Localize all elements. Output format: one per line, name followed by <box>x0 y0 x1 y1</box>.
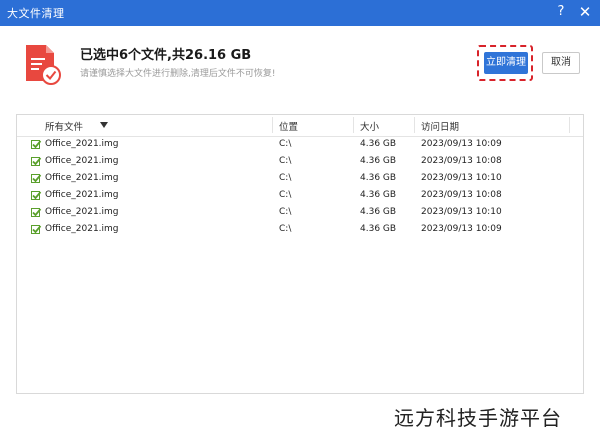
check-icon <box>32 157 42 166</box>
row-checkbox[interactable] <box>31 174 42 183</box>
help-icon[interactable]: ? <box>552 3 570 21</box>
size-cell: 4.36 GB <box>360 173 397 183</box>
cancel-button[interactable]: 取消 <box>542 52 580 74</box>
column-header-access-date[interactable]: 访问日期 <box>421 119 459 133</box>
row-checkbox[interactable] <box>31 191 42 200</box>
size-cell: 4.36 GB <box>360 156 397 166</box>
access-date-cell: 2023/09/13 10:09 <box>421 224 502 234</box>
column-header-all-files[interactable]: 所有文件 <box>45 119 83 133</box>
table-row[interactable]: Office_2021.img C:\ 4.36 GB 2023/09/13 10:0… <box>17 136 583 153</box>
large-file-cleanup-window: 大文件清理 ? ✕ 已选中6个文件,共26.16 GB 请谨慎选择大文件进行删除… <box>0 0 600 438</box>
title-bar: 大文件清理 ? ✕ <box>0 0 600 26</box>
location-cell: C:\ <box>279 190 292 200</box>
location-cell: C:\ <box>279 173 292 183</box>
check-icon <box>32 174 42 183</box>
file-name-cell: Office_2021.img <box>45 224 119 234</box>
file-table: 所有文件 位置 大小 访问日期 Office_2021.img C:\ 4.36 G… <box>16 114 584 394</box>
table-row[interactable]: Office_2021.img C:\ 4.36 GB 2023/09/13 10:0… <box>17 153 583 170</box>
access-date-cell: 2023/09/13 10:10 <box>421 173 502 183</box>
column-divider <box>272 117 273 133</box>
column-header-size[interactable]: 大小 <box>360 119 379 133</box>
size-cell: 4.36 GB <box>360 224 397 234</box>
table-row[interactable]: Office_2021.img C:\ 4.36 GB 2023/09/13 10:0… <box>17 221 583 238</box>
file-name-cell: Office_2021.img <box>45 173 119 183</box>
check-icon <box>32 225 42 234</box>
size-cell: 4.36 GB <box>360 190 397 200</box>
access-date-cell: 2023/09/13 10:09 <box>421 139 502 149</box>
sort-down-icon[interactable] <box>100 122 108 128</box>
file-name-cell: Office_2021.img <box>45 156 119 166</box>
file-name-cell: Office_2021.img <box>45 207 119 217</box>
column-divider <box>569 117 570 133</box>
column-header-location[interactable]: 位置 <box>279 119 298 133</box>
table-header: 所有文件 位置 大小 访问日期 <box>17 115 583 137</box>
clean-now-button[interactable]: 立即清理 <box>484 52 528 74</box>
table-row[interactable]: Office_2021.img C:\ 4.36 GB 2023/09/13 10:1… <box>17 170 583 187</box>
access-date-cell: 2023/09/13 10:10 <box>421 207 502 217</box>
location-cell: C:\ <box>279 139 292 149</box>
location-cell: C:\ <box>279 224 292 234</box>
red-file-check-icon <box>24 43 64 87</box>
check-icon <box>32 191 42 200</box>
row-checkbox[interactable] <box>31 140 42 149</box>
selection-summary: 已选中6个文件,共26.16 GB <box>80 48 252 63</box>
row-checkbox[interactable] <box>31 157 42 166</box>
check-icon <box>32 208 42 217</box>
size-cell: 4.36 GB <box>360 207 397 217</box>
file-name-cell: Office_2021.img <box>45 139 119 149</box>
column-divider <box>353 117 354 133</box>
watermark-text: 远方科技手游平台 <box>394 406 562 430</box>
table-row[interactable]: Office_2021.img C:\ 4.36 GB 2023/09/13 10:1… <box>17 204 583 221</box>
location-cell: C:\ <box>279 156 292 166</box>
window-title: 大文件清理 <box>7 7 65 20</box>
warning-text: 请谨慎选择大文件进行删除,清理后文件不可恢复! <box>80 69 276 79</box>
file-name-cell: Office_2021.img <box>45 190 119 200</box>
row-checkbox[interactable] <box>31 225 42 234</box>
location-cell: C:\ <box>279 207 292 217</box>
table-row[interactable]: Office_2021.img C:\ 4.36 GB 2023/09/13 10:0… <box>17 187 583 204</box>
access-date-cell: 2023/09/13 10:08 <box>421 190 502 200</box>
size-cell: 4.36 GB <box>360 139 397 149</box>
check-icon <box>32 140 42 149</box>
row-checkbox[interactable] <box>31 208 42 217</box>
column-divider <box>414 117 415 133</box>
close-icon[interactable]: ✕ <box>576 3 594 21</box>
access-date-cell: 2023/09/13 10:08 <box>421 156 502 166</box>
